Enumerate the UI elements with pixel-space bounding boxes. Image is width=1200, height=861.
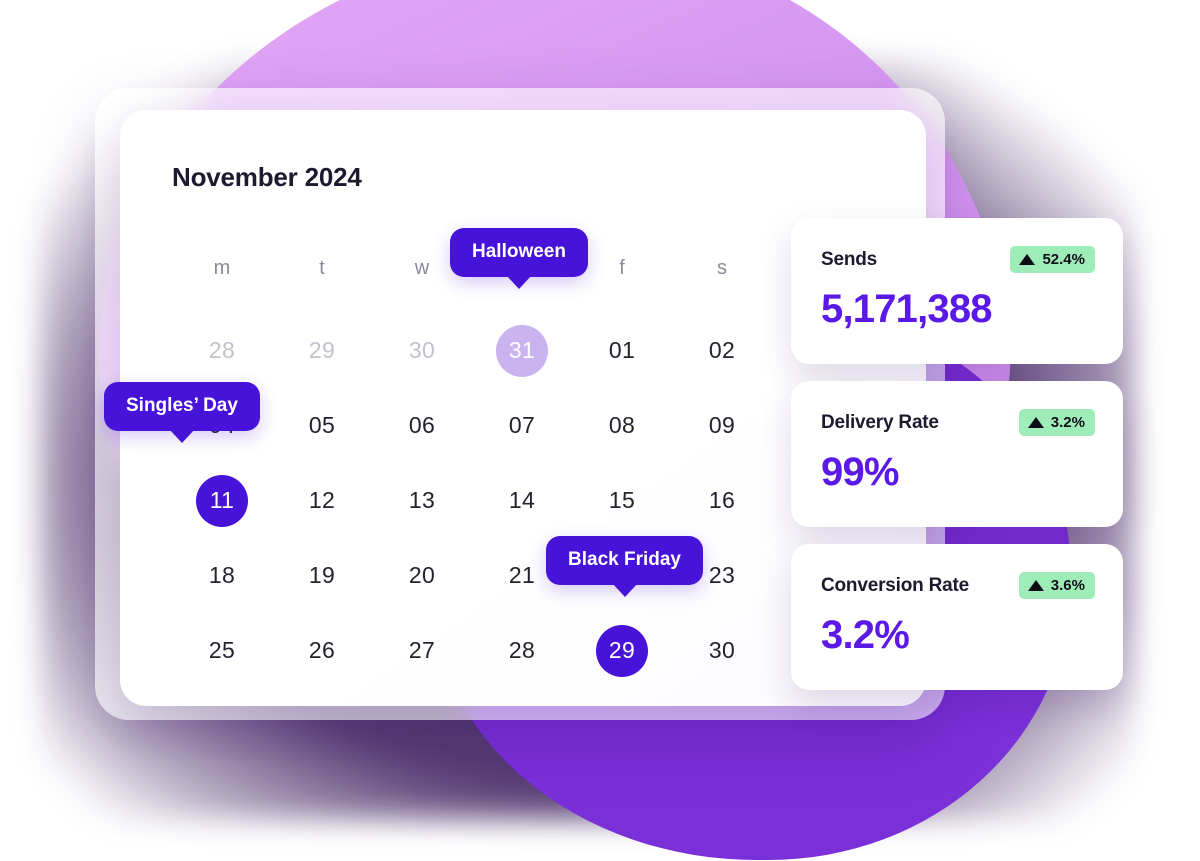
day-label: 26 (308, 637, 336, 663)
event-badge-halloween[interactable]: Halloween (450, 228, 588, 277)
stat-header: Sends 52.4% (821, 246, 1095, 273)
calendar-day[interactable]: 26 (272, 613, 372, 688)
delta-value: 3.2% (1050, 414, 1085, 431)
event-badge-black-friday[interactable]: Black Friday (546, 536, 703, 585)
day-label: 09 (708, 412, 736, 438)
day-label: 25 (208, 637, 236, 663)
day-label: 15 (608, 487, 636, 513)
calendar-day[interactable]: 20 (372, 538, 472, 613)
stat-header: Delivery Rate 3.2% (821, 409, 1095, 436)
status-badge: 3.2% (1018, 409, 1095, 436)
calendar-day[interactable]: 06 (372, 388, 472, 463)
day-label: 29 (308, 337, 336, 363)
calendar-day[interactable]: 05 (272, 388, 372, 463)
day-label: 23 (708, 562, 736, 588)
stat-label: Conversion Rate (821, 574, 969, 596)
day-label: 05 (308, 412, 336, 438)
delta-value: 52.4% (1042, 251, 1085, 268)
day-label: 28 (508, 637, 536, 663)
day-label: 28 (208, 337, 236, 363)
calendar-day[interactable]: 19 (272, 538, 372, 613)
calendar-day-halloween[interactable]: 31 (472, 313, 572, 388)
day-label: 14 (508, 487, 536, 513)
day-label: 18 (208, 562, 236, 588)
calendar-day[interactable]: 25 (172, 613, 272, 688)
calendar-day[interactable]: 12 (272, 463, 372, 538)
day-label: 06 (408, 412, 436, 438)
calendar-day-blackfriday[interactable]: 29 (572, 613, 672, 688)
triangle-up-icon (1019, 254, 1036, 265)
day-label: 02 (708, 337, 736, 363)
day-label: 20 (408, 562, 436, 588)
calendar-day[interactable]: 30 (372, 313, 472, 388)
page-root: November 2024 m t w th f s su 28 29 30 3… (0, 0, 1200, 861)
calendar-day[interactable]: 16 (672, 463, 772, 538)
calendar-grid: m t w th f s su 28 29 30 31 01 02 03 04 … (172, 238, 872, 688)
calendar-day[interactable]: 13 (372, 463, 472, 538)
calendar-day[interactable]: 28 (172, 313, 272, 388)
day-label: 07 (508, 412, 536, 438)
weekday-header-t: t (319, 256, 325, 279)
triangle-up-icon (1027, 417, 1044, 428)
calendar-day[interactable]: 15 (572, 463, 672, 538)
stat-header: Conversion Rate 3.6% (821, 572, 1095, 599)
day-label: 01 (608, 337, 636, 363)
day-label: 27 (408, 637, 436, 663)
day-label: 16 (708, 487, 736, 513)
calendar-day-singles[interactable]: 11 (172, 463, 272, 538)
page-title: November 2024 (172, 162, 362, 192)
calendar-day[interactable]: 18 (172, 538, 272, 613)
calendar-day[interactable]: 01 (572, 313, 672, 388)
triangle-up-icon (1027, 580, 1044, 591)
day-label: 13 (408, 487, 436, 513)
stat-label: Sends (821, 248, 878, 270)
day-label: 19 (308, 562, 336, 588)
day-label: 11 (196, 474, 248, 527)
day-label: 21 (508, 562, 536, 588)
day-label: 29 (596, 624, 648, 677)
day-label: 12 (308, 487, 336, 513)
weekday-header-m: m (213, 256, 231, 279)
weekday-header-s: s (717, 256, 727, 279)
day-label: 30 (708, 637, 736, 663)
day-label: 30 (408, 337, 436, 363)
event-badge-singles-day[interactable]: Singles’ Day (104, 382, 260, 431)
calendar-day[interactable]: 02 (672, 313, 772, 388)
calendar-day[interactable]: 14 (472, 463, 572, 538)
calendar-day[interactable]: 30 (672, 613, 772, 688)
stat-card-delivery-rate[interactable]: Delivery Rate 3.2% 99% (791, 381, 1123, 527)
stat-card-conversion-rate[interactable]: Conversion Rate 3.6% 3.2% (791, 544, 1123, 690)
stat-card-sends[interactable]: Sends 52.4% 5,171,388 (791, 218, 1123, 364)
delta-value: 3.6% (1050, 577, 1085, 594)
stat-value: 3.2% (821, 613, 910, 657)
stat-label: Delivery Rate (821, 411, 939, 433)
calendar-day[interactable]: 09 (672, 388, 772, 463)
day-label: 31 (496, 324, 548, 377)
calendar-day[interactable]: 08 (572, 388, 672, 463)
calendar-day[interactable]: 29 (272, 313, 372, 388)
calendar-day[interactable]: 28 (472, 613, 572, 688)
calendar-day[interactable]: 27 (372, 613, 472, 688)
stat-value: 99% (821, 450, 899, 494)
stat-value: 5,171,388 (821, 287, 993, 331)
day-label: 08 (608, 412, 636, 438)
status-badge: 3.6% (1018, 572, 1095, 599)
status-badge: 52.4% (1010, 246, 1095, 273)
calendar-day[interactable]: 07 (472, 388, 572, 463)
